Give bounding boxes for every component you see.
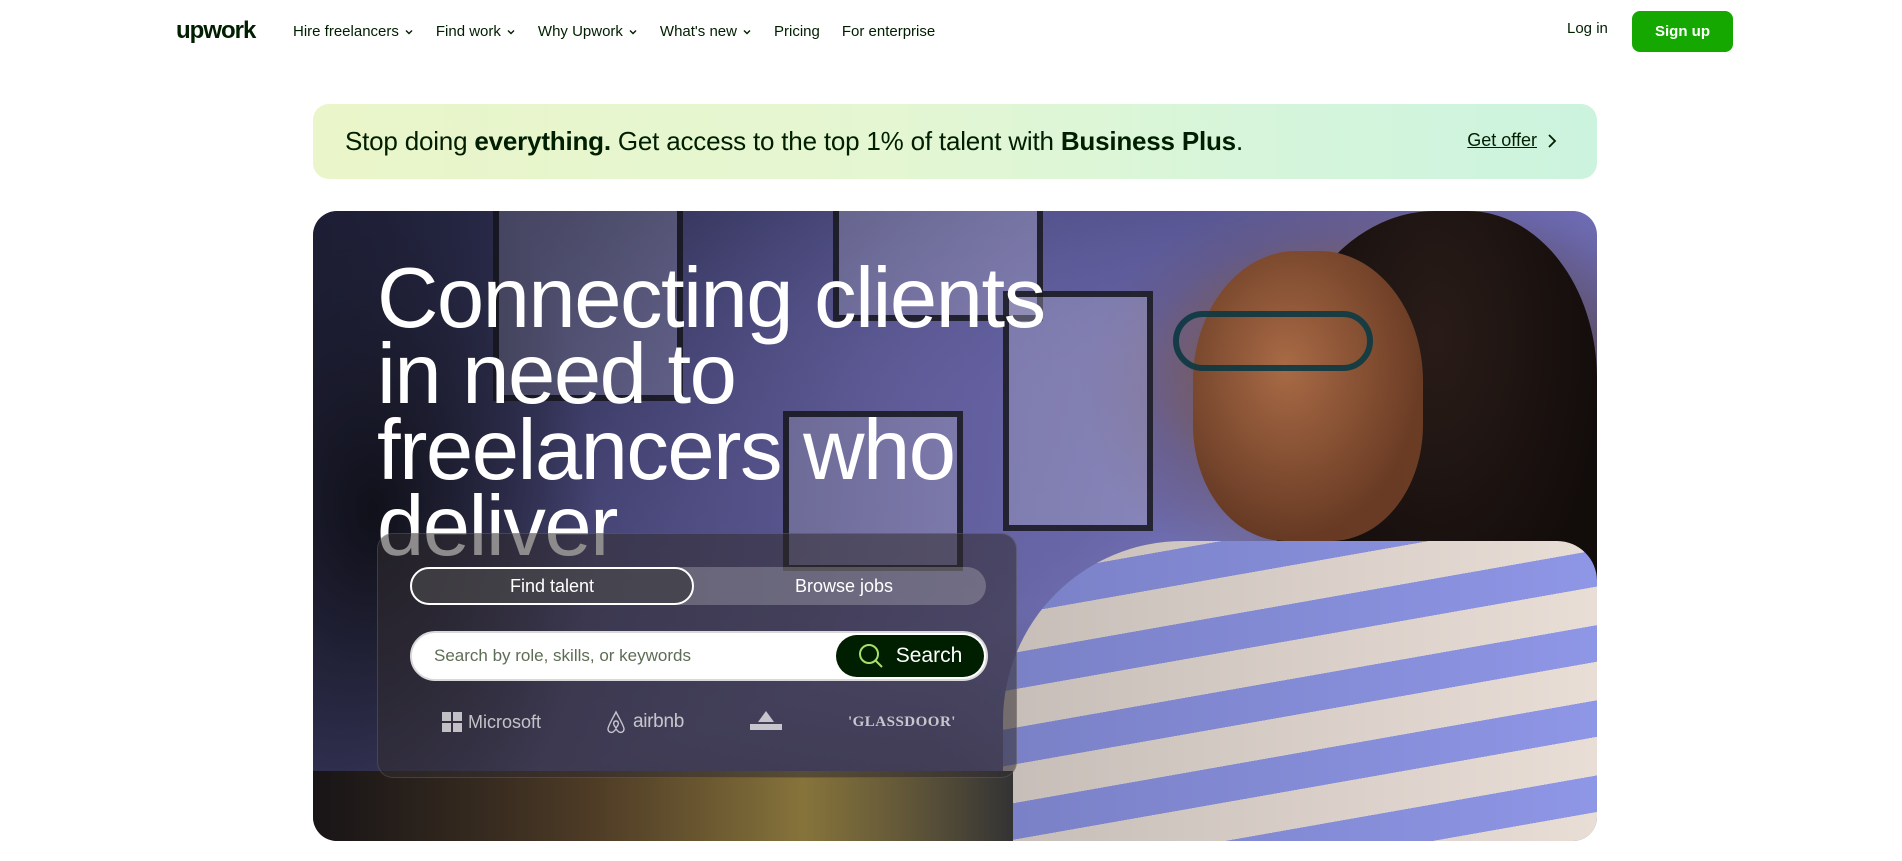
nav-for-enterprise[interactable]: For enterprise — [842, 23, 935, 40]
nav-label: Why Upwork — [537, 23, 623, 40]
promo-banner: Stop doing everything. Get access to the… — [313, 104, 1597, 179]
bissell-brand — [748, 710, 784, 734]
hero-section: Connecting clients in need to freelancer… — [313, 211, 1597, 841]
main-nav: Hire freelancers Find work Why Upwork Wh… — [293, 0, 957, 63]
get-offer-link[interactable]: Get offer — [1467, 130, 1557, 151]
microsoft-logo-icon — [441, 712, 462, 732]
search-bar: Search — [410, 631, 988, 681]
tab-browse-jobs[interactable]: Browse jobs — [702, 567, 986, 605]
airbnb-brand: airbnb — [605, 710, 684, 734]
search-mode-toggle: Find talent Browse jobs — [410, 567, 986, 605]
nav-label: What's new — [659, 23, 737, 40]
upwork-logo[interactable]: upwork — [176, 16, 262, 46]
airbnb-logo-icon — [607, 710, 625, 734]
nav-label: Hire freelancers — [293, 23, 399, 40]
microsoft-label: Microsoft — [467, 711, 541, 732]
chevron-down-icon — [507, 29, 515, 34]
nav-whats-new[interactable]: What's new — [660, 23, 752, 40]
search-input[interactable] — [434, 633, 834, 679]
search-card: Find talent Browse jobs Search Microsoft… — [377, 533, 1017, 778]
nav-pricing[interactable]: Pricing — [774, 23, 820, 40]
chevron-down-icon — [405, 29, 413, 34]
airbnb-label: airbnb — [632, 711, 684, 732]
nav-label: Find work — [435, 23, 501, 40]
search-icon — [858, 644, 883, 668]
search-button[interactable]: Search — [836, 635, 984, 677]
chevron-down-icon — [743, 29, 751, 34]
get-offer-label: Get offer — [1467, 130, 1537, 150]
login-link[interactable]: Log in — [1567, 20, 1608, 37]
banner-text: Stop doing everything. Get access to the… — [345, 126, 1243, 157]
svg-text:upwork: upwork — [176, 19, 257, 43]
nav-find-work[interactable]: Find work — [436, 23, 516, 40]
nav-why-upwork[interactable]: Why Upwork — [538, 23, 638, 40]
business-plus-label: Business Plus — [1060, 126, 1236, 156]
signup-button[interactable]: Sign up — [1632, 11, 1733, 52]
search-button-label: Search — [895, 644, 963, 667]
chevron-down-icon — [629, 29, 637, 34]
chevron-right-icon — [1548, 133, 1557, 148]
hero-headline: Connecting clients in need to freelancer… — [377, 251, 1046, 574]
upwork-logo-icon: upwork — [176, 19, 258, 43]
nav-label: For enterprise — [841, 23, 936, 40]
banner-text-part: Stop doing — [345, 126, 475, 156]
bissell-logo-icon — [749, 711, 782, 730]
nav-hire-freelancers[interactable]: Hire freelancers — [293, 23, 414, 40]
trusted-brands: Microsoft airbnb 'GLASSDOOR' — [410, 702, 988, 742]
banner-text-part: Get access to the top 1% of talent with — [610, 126, 1061, 156]
glassdoor-brand: 'GLASSDOOR' — [847, 713, 956, 730]
nav-label: Pricing — [773, 23, 820, 40]
banner-text-part: . — [1235, 126, 1243, 156]
microsoft-brand: Microsoft — [441, 711, 541, 733]
tab-find-talent[interactable]: Find talent — [410, 567, 694, 605]
banner-text-bold: everything. — [474, 126, 611, 156]
top-nav: upwork Hire freelancers Find work Why Up… — [0, 0, 1902, 63]
